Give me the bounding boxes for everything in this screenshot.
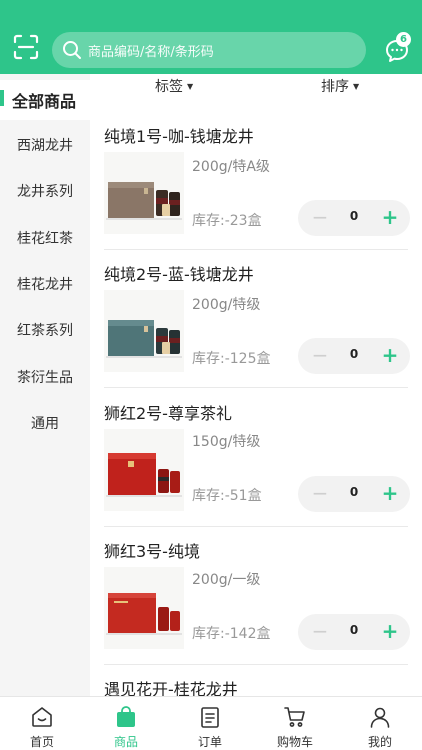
divider — [104, 664, 408, 665]
product-card[interactable]: 狮红2号-尊享茶礼 150g/特级 库存:-51盒 − 0 + — [90, 395, 422, 527]
sidebar-item-general[interactable]: 通用 — [0, 413, 90, 433]
quantity-stepper: − 0 + — [298, 614, 410, 650]
product-stock: 库存:-51盒 — [192, 488, 262, 504]
product-spec: 150g/特级 — [192, 434, 261, 450]
sort-filter[interactable]: 排序 ▼ — [321, 76, 359, 96]
quantity-value[interactable]: 0 — [338, 347, 370, 361]
nav-products[interactable]: 商品 — [84, 697, 168, 750]
quantity-value[interactable]: 0 — [338, 485, 370, 499]
search-placeholder: 商品编码/名称/条形码 — [88, 45, 214, 60]
quantity-value[interactable]: 0 — [338, 623, 370, 637]
cart-icon — [284, 707, 305, 727]
product-name: 狮红3号-纯境 — [104, 542, 200, 561]
product-card[interactable]: 纯境2号-蓝-钱塘龙井 200g/特级 库存:-125盒 − 0 + — [90, 256, 422, 388]
nav-products-label: 商品 — [113, 735, 138, 749]
filter-bar: 标签 ▼ 排序 ▼ — [90, 74, 422, 98]
home-icon — [32, 707, 52, 727]
bottom-nav: 首页 商品 订单 购物车 我的 — [0, 696, 422, 750]
sort-filter-label: 排序 — [321, 79, 349, 95]
quantity-stepper: − 0 + — [298, 338, 410, 374]
product-image[interactable] — [104, 429, 184, 511]
search-input[interactable]: 商品编码/名称/条形码 — [52, 32, 366, 68]
product-stock: 库存:-125盒 — [192, 351, 271, 367]
product-image[interactable] — [104, 290, 184, 372]
sidebar-item-black-tea-series[interactable]: 红茶系列 — [0, 320, 90, 340]
increase-button[interactable]: + — [378, 204, 402, 230]
sidebar-active-indicator — [0, 90, 4, 106]
product-image[interactable] — [104, 567, 184, 649]
product-name: 纯境2号-蓝-钱塘龙井 — [104, 265, 254, 284]
decrease-button[interactable]: − — [308, 342, 332, 368]
header-bar: 商品编码/名称/条形码 6 — [0, 0, 422, 74]
sidebar-item-xihu-longjing[interactable]: 西湖龙井 — [0, 135, 90, 155]
scan-icon[interactable] — [12, 33, 40, 61]
nav-orders-label: 订单 — [197, 735, 222, 749]
nav-mine[interactable]: 我的 — [338, 697, 422, 750]
nav-cart[interactable]: 购物车 — [253, 697, 337, 750]
product-name: 遇见花开-桂花龙井 — [104, 680, 238, 696]
divider — [104, 387, 408, 388]
quantity-stepper: − 0 + — [298, 200, 410, 236]
product-card[interactable]: 纯境1号-咖-钱塘龙井 200g/特A级 库存:-23盒 − 0 + — [90, 118, 422, 250]
product-name: 纯境1号-咖-钱塘龙井 — [104, 127, 254, 146]
decrease-button[interactable]: − — [308, 204, 332, 230]
sidebar-all-label[interactable]: 全部商品 — [12, 88, 76, 112]
sidebar-item-longjing-series[interactable]: 龙井系列 — [0, 181, 90, 201]
nav-orders[interactable]: 订单 — [168, 697, 252, 750]
sidebar-item-tea-derivatives[interactable]: 茶衍生品 — [0, 367, 90, 387]
message-count-badge: 6 — [396, 32, 411, 47]
product-spec: 200g/特A级 — [192, 159, 270, 175]
product-spec: 200g/特级 — [192, 297, 261, 313]
product-card[interactable]: 狮红3号-纯境 200g/一级 库存:-142盒 − 0 + — [90, 533, 422, 665]
quantity-stepper: − 0 + — [298, 476, 410, 512]
nav-home[interactable]: 首页 — [0, 697, 84, 750]
user-icon — [370, 707, 390, 728]
increase-button[interactable]: + — [378, 480, 402, 506]
caret-down-icon: ▼ — [187, 82, 194, 91]
product-name: 狮红2号-尊享茶礼 — [104, 404, 232, 423]
nav-home-label: 首页 — [29, 735, 54, 749]
bag-icon — [117, 706, 135, 727]
order-icon — [201, 707, 219, 728]
quantity-value[interactable]: 0 — [338, 209, 370, 223]
divider — [104, 526, 408, 527]
caret-down-icon: ▼ — [353, 82, 360, 91]
tag-filter-label: 标签 — [155, 79, 183, 95]
search-icon — [62, 40, 82, 60]
product-image[interactable] — [104, 152, 184, 234]
decrease-button[interactable]: − — [308, 618, 332, 644]
product-spec: 200g/一级 — [192, 572, 261, 588]
sidebar-item-osmanthus-longjing[interactable]: 桂花龙井 — [0, 274, 90, 294]
increase-button[interactable]: + — [378, 342, 402, 368]
product-stock: 库存:-23盒 — [192, 213, 262, 229]
product-stock: 库存:-142盒 — [192, 626, 271, 642]
product-card[interactable]: 遇见花开-桂花龙井 — [90, 671, 422, 696]
nav-cart-label: 购物车 — [276, 735, 313, 749]
tag-filter[interactable]: 标签 ▼ — [155, 76, 193, 96]
sidebar-item-osmanthus-black-tea[interactable]: 桂花红茶 — [0, 228, 90, 248]
decrease-button[interactable]: − — [308, 480, 332, 506]
divider — [104, 249, 408, 250]
increase-button[interactable]: + — [378, 618, 402, 644]
nav-mine-label: 我的 — [367, 735, 392, 749]
